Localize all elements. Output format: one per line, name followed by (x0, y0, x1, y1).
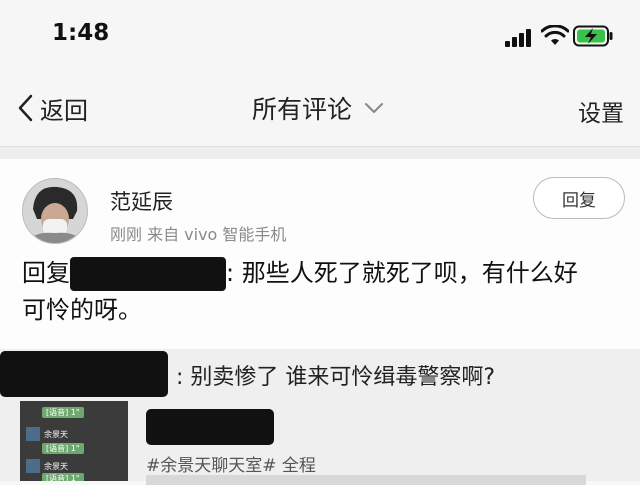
back-label: 返回 (40, 96, 88, 125)
settings-button[interactable]: 设置 (578, 94, 624, 128)
back-button[interactable]: 返回 (16, 92, 88, 125)
truncated-text-line (146, 475, 586, 485)
status-time: 1:48 (52, 20, 110, 46)
hashtag-link[interactable]: #余景天聊天室# 全程 (146, 451, 316, 476)
quoted-post[interactable]: : 别卖惨了 谁来可怜缉毒警察啊? [语音] 1" 余景天 [语音] 1" 余景… (0, 349, 640, 485)
reply-button[interactable]: 回复 (533, 177, 625, 219)
chat-bubble: [语音] 1" (42, 472, 84, 481)
chat-row: [语音] 1" (42, 471, 84, 481)
avatar-image (23, 179, 87, 243)
redaction-mark (0, 351, 168, 397)
navigation-bar: 返回 所有评论 设置 (0, 70, 640, 147)
chat-name: 余景天 (44, 429, 68, 439)
chevron-left-icon (18, 94, 33, 122)
chat-bubble: [语音] 1" (42, 442, 84, 454)
battery-charging-icon (573, 25, 613, 47)
chevron-down-icon (365, 103, 384, 113)
video-thumbnail[interactable]: [语音] 1" 余景天 [语音] 1" 余景天 [语音] 1" (20, 401, 128, 481)
status-bar: 1:48 (0, 0, 640, 70)
quoted-text: : 别卖惨了 谁来可怜缉毒警察啊? (176, 365, 496, 390)
comment-meta: 刚刚 来自 vivo 智能手机 (110, 225, 287, 244)
reply-prefix: 回复 (22, 259, 70, 287)
redaction-mark (146, 409, 274, 445)
chat-name: 余景天 (44, 461, 68, 471)
chat-avatar (26, 427, 40, 441)
comment-text-line2: 可怜的呀。 (22, 296, 142, 324)
redaction-mark (70, 257, 226, 291)
signal-icon (505, 29, 535, 47)
chat-avatar (26, 459, 40, 473)
chat-row: [语音] 1" (42, 441, 84, 455)
chat-row: 余景天 (26, 427, 68, 441)
comment-text-line1: : 那些人死了就死了呗，有什么好 (226, 259, 578, 287)
username[interactable]: 范延辰 (110, 186, 173, 216)
avatar[interactable] (22, 178, 88, 244)
divider (0, 147, 640, 159)
comments-filter-dropdown[interactable]: 所有评论 (252, 90, 384, 126)
wifi-icon (541, 25, 569, 45)
comment-text: 回复 : 那些人死了就死了呗，有什么好 可怜的呀。 (22, 255, 622, 329)
chat-row: [语音] 1" (42, 405, 84, 419)
chat-bubble: [语音] 1" (42, 406, 84, 418)
page-title: 所有评论 (252, 95, 353, 124)
comment-card: 范延辰 刚刚 来自 vivo 智能手机 回复 回复 : 那些人死了就死了呗，有什么… (0, 159, 640, 349)
